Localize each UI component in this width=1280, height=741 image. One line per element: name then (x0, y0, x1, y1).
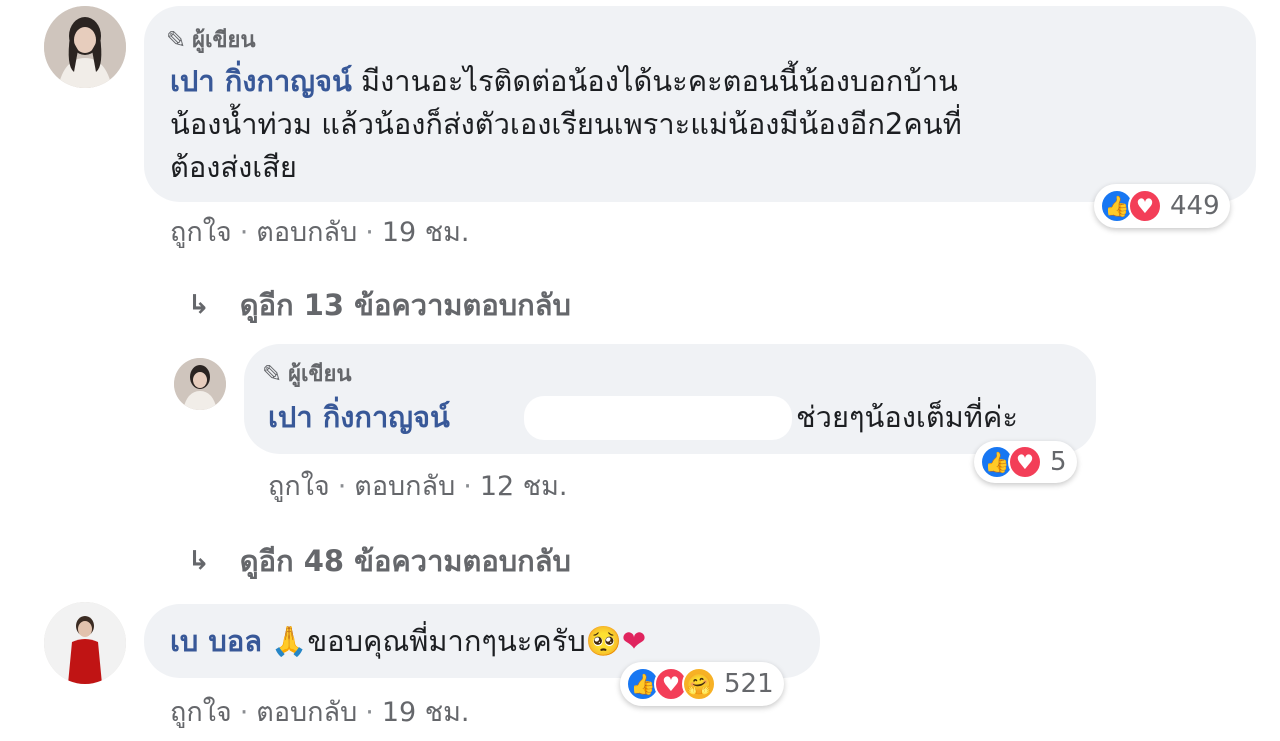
comment-text: เบ บอล 🙏ขอบคุณพี่มากๆนะครับ🥺❤ (170, 620, 646, 663)
reaction-summary[interactable]: 👍 ♥ 5 (974, 441, 1077, 483)
author-badge-label: ผู้เขียน (192, 28, 256, 53)
reply-link[interactable]: ตอบกลับ (256, 217, 357, 248)
reaction-summary[interactable]: 👍 ♥ 449 (1094, 184, 1230, 228)
like-link[interactable]: ถูกใจ (170, 217, 232, 248)
commenter-name[interactable]: เบ บอล (170, 624, 262, 658)
comments-section: ✎ ผู้เขียน เปา กิ่งกาญจน์ มีงานอะไรติดต่… (0, 0, 1280, 741)
reaction-count: 521 (724, 669, 774, 699)
commenter-name[interactable]: เปา กิ่งกาญจน์ (268, 400, 450, 434)
comment-line: ต้องส่งเสีย (170, 150, 297, 184)
author-badge-label: ผู้เขียน (288, 362, 352, 387)
author-badge: ✎ ผู้เขียน (262, 356, 352, 391)
reply-arrow-icon: ↳ (188, 546, 210, 576)
comment-line: น้องน้ำท่วม แล้วน้องก็ส่งตัวเองเรียนเพรา… (170, 107, 962, 141)
reply-message: ช่วยๆน้องเต็มที่ค่ะ (796, 400, 1018, 434)
avatar[interactable] (44, 6, 126, 88)
timestamp[interactable]: 19 ชม. (382, 217, 470, 248)
timestamp[interactable]: 12 ชม. (480, 471, 568, 502)
comment-line: มีงานอะไรติดต่อน้องได้นะคะตอนนี้น้องบอกบ… (351, 64, 958, 98)
reaction-count: 449 (1170, 191, 1220, 221)
view-more-replies[interactable]: ↳ ดูอีก 13 ข้อความตอบกลับ (188, 282, 571, 328)
reply-link[interactable]: ตอบกลับ (256, 697, 357, 728)
love-reaction-icon: ♥ (1128, 189, 1162, 223)
reaction-summary[interactable]: 👍 ♥ 🤗 521 (620, 662, 784, 706)
reaction-count: 5 (1050, 447, 1067, 477)
view-more-replies[interactable]: ↳ ดูอีก 48 ข้อความตอบกลับ (188, 538, 571, 584)
pray-emoji-icon: 🙏 (271, 624, 308, 658)
commenter-name[interactable]: เปา กิ่งกาญจน์ (170, 64, 352, 98)
reply-arrow-icon: ↳ (188, 290, 210, 320)
redacted-area (524, 396, 792, 440)
comment-actions: ถูกใจ · ตอบกลับ · 19 ชม. (170, 217, 470, 248)
pleading-emoji-icon: 🥺 (585, 624, 622, 658)
pen-icon: ✎ (166, 25, 187, 54)
love-reaction-icon: ♥ (1008, 445, 1042, 479)
comment-actions: ถูกใจ · ตอบกลับ · 19 ชม. (170, 697, 470, 728)
timestamp[interactable]: 19 ชม. (382, 697, 470, 728)
view-more-replies-label[interactable]: ดูอีก 13 ข้อความตอบกลับ (240, 282, 571, 328)
avatar[interactable] (174, 358, 226, 410)
heart-emoji-icon: ❤ (621, 624, 647, 658)
care-reaction-icon: 🤗 (682, 667, 716, 701)
like-link[interactable]: ถูกใจ (170, 697, 232, 728)
comment-message: ขอบคุณพี่มากๆนะครับ (307, 624, 586, 658)
reply-link[interactable]: ตอบกลับ (354, 471, 455, 502)
view-more-replies-label[interactable]: ดูอีก 48 ข้อความตอบกลับ (240, 538, 571, 584)
reply-actions: ถูกใจ · ตอบกลับ · 12 ชม. (268, 471, 568, 502)
comment-text: เปา กิ่งกาญจน์ มีงานอะไรติดต่อน้องได้นะค… (170, 60, 1240, 189)
author-badge: ✎ ผู้เขียน (166, 22, 256, 57)
like-link[interactable]: ถูกใจ (268, 471, 330, 502)
pen-icon: ✎ (262, 359, 283, 388)
avatar[interactable] (44, 602, 126, 684)
